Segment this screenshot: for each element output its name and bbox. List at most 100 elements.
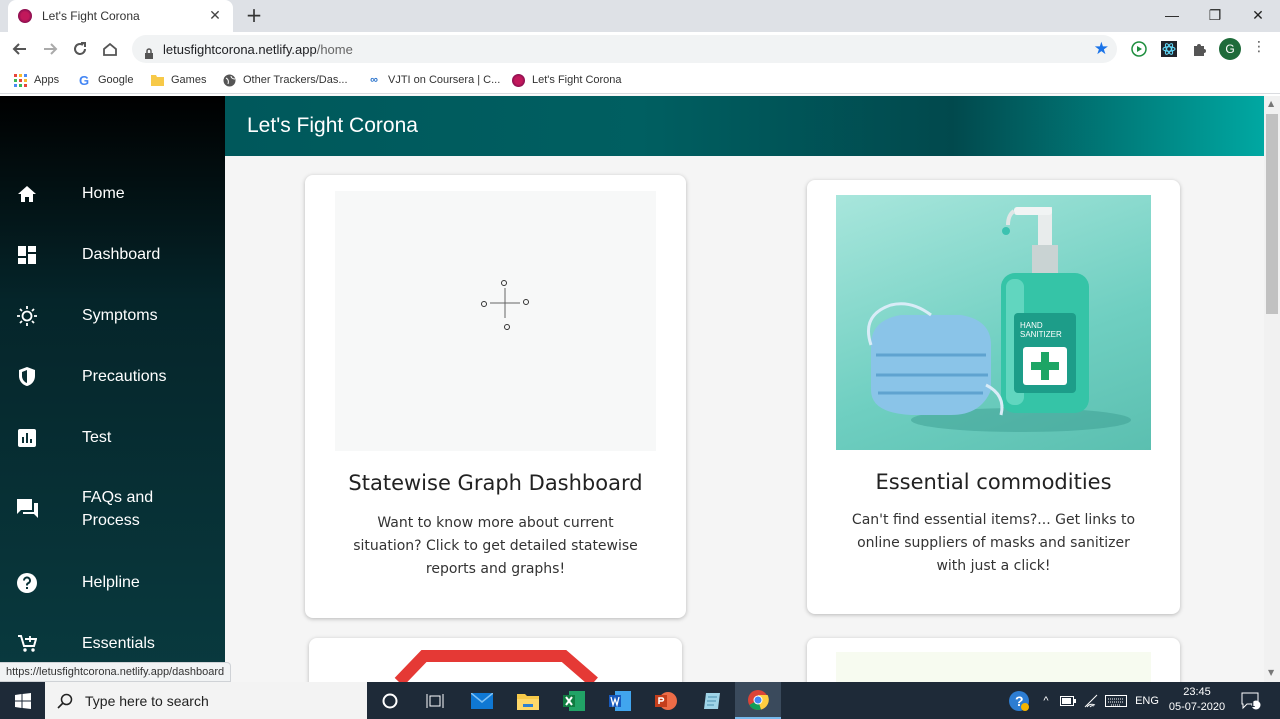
- sidebar-item-test[interactable]: Test: [0, 426, 225, 449]
- task-view-button[interactable]: [412, 682, 458, 719]
- mail-icon: [471, 692, 493, 709]
- language-indicator[interactable]: ENG: [1132, 682, 1162, 719]
- card-partial-left[interactable]: [309, 638, 682, 682]
- folder-icon: [150, 73, 164, 87]
- notification-count: 1: [1250, 699, 1256, 709]
- bookmark-label: VJTI on Coursera | C...: [388, 74, 501, 86]
- card-description: Can't find essential items?... Get links…: [851, 512, 1136, 574]
- home-icon: [16, 183, 38, 205]
- bookmark-lets-fight-corona[interactable]: Let's Fight Corona: [511, 71, 622, 89]
- help-tray-icon[interactable]: ?: [1006, 682, 1032, 719]
- chat-icon: [16, 498, 38, 520]
- tab-title: Let's Fight Corona: [42, 9, 140, 23]
- sidebar-item-home[interactable]: Home: [0, 182, 225, 205]
- url-text: letusfightcorona.netlify.app/home: [163, 42, 353, 57]
- sidebar-item-label: FAQs and Process: [82, 489, 154, 529]
- loading-spinner-icon: [481, 280, 529, 330]
- forward-button[interactable]: [39, 38, 61, 60]
- sidebar-item-label: Symptoms: [82, 307, 158, 324]
- taskbar-search[interactable]: Type here to search: [45, 682, 367, 719]
- bookmark-label: Games: [171, 74, 207, 86]
- bookmark-star-icon[interactable]: ★: [1094, 39, 1109, 59]
- puzzle-extensions-icon[interactable]: [1190, 40, 1208, 58]
- minimize-button[interactable]: —: [1150, 0, 1194, 30]
- windows-taskbar: Type here to search ? ^ ENG 23:45 05-07-…: [0, 682, 1280, 719]
- show-hidden-icons-chevron-icon[interactable]: ^: [1038, 682, 1054, 719]
- powerpoint-button[interactable]: [643, 682, 689, 719]
- card-image-partial: [836, 652, 1151, 682]
- sidebar-item-dashboard[interactable]: Dashboard: [0, 243, 225, 266]
- notification-center-icon[interactable]: 1: [1238, 682, 1264, 719]
- bookmark-games[interactable]: Games: [150, 71, 206, 89]
- sidebar-item-label: Helpline: [82, 574, 140, 591]
- bookmark-apps[interactable]: Apps: [13, 71, 59, 89]
- clock-time: 23:45: [1183, 686, 1211, 698]
- play-extension-icon[interactable]: [1130, 40, 1148, 58]
- excel-button[interactable]: [551, 682, 597, 719]
- sun-icon: [16, 305, 38, 327]
- card-description: Want to know more about current situatio…: [353, 515, 638, 577]
- cart-icon: [16, 633, 38, 655]
- card-essential-commodities[interactable]: HAND SANITIZER Essential commodities Can…: [807, 180, 1180, 614]
- search-icon: [57, 693, 73, 709]
- stop-sign-image: [394, 650, 598, 682]
- bookmark-label: Other Trackers/Das...: [243, 74, 348, 86]
- bookmarks-bar: Apps G Google Games Other Trackers/Das..…: [0, 66, 1280, 94]
- url-host: letusfightcorona.netlify.app: [163, 41, 317, 57]
- profile-avatar[interactable]: G: [1219, 38, 1241, 60]
- reload-button[interactable]: [69, 38, 91, 60]
- dashboard-icon: [16, 244, 38, 266]
- sidebar: Home Dashboard Symptoms Precautions Test…: [0, 96, 225, 682]
- card-partial-right[interactable]: [807, 638, 1180, 682]
- page-scrollbar[interactable]: ▲ ▼: [1264, 96, 1280, 682]
- apps-grid-icon: [13, 73, 27, 87]
- virus-favicon-icon: [18, 9, 32, 23]
- home-button[interactable]: [99, 38, 121, 60]
- file-explorer-button[interactable]: [505, 682, 551, 719]
- card-title: Essential commodities: [875, 470, 1112, 494]
- wifi-icon[interactable]: [1081, 682, 1101, 719]
- bookmark-coursera[interactable]: ∞ VJTI on Coursera | C...: [367, 71, 500, 89]
- globe-icon: [222, 73, 236, 87]
- browser-menu-icon[interactable]: ⋮: [1252, 39, 1266, 55]
- browser-tab[interactable]: Let's Fight Corona ✕: [8, 0, 233, 32]
- battery-icon[interactable]: [1058, 682, 1078, 719]
- back-button[interactable]: [9, 38, 31, 60]
- shield-icon: [16, 366, 38, 388]
- sanitizer-label-line1: HAND: [1020, 321, 1043, 330]
- start-button[interactable]: [0, 682, 45, 719]
- close-window-button[interactable]: ✕: [1236, 0, 1280, 30]
- sidebar-item-symptoms[interactable]: Symptoms: [0, 304, 225, 327]
- clock-date: 05-07-2020: [1168, 701, 1226, 713]
- sanitizer-label-line2: SANITIZER: [1020, 330, 1062, 339]
- cortana-icon: [382, 693, 398, 708]
- card-statewise-dashboard[interactable]: Statewise Graph Dashboard Want to know m…: [305, 175, 686, 618]
- sidebar-item-helpline[interactable]: Helpline: [0, 571, 225, 594]
- chrome-taskbar-button[interactable]: [735, 682, 781, 719]
- bookmark-other-trackers[interactable]: Other Trackers/Das...: [222, 71, 348, 89]
- close-tab-icon[interactable]: ✕: [207, 8, 223, 24]
- sidebar-item-essentials[interactable]: Essentials: [0, 632, 225, 655]
- keyboard-icon[interactable]: [1103, 682, 1129, 719]
- restore-button[interactable]: ❐: [1193, 0, 1237, 30]
- bookmark-google[interactable]: G Google: [77, 71, 134, 89]
- status-bar-url: https://letusfightcorona.netlify.app/das…: [0, 662, 232, 682]
- scroll-down-icon[interactable]: ▼: [1268, 668, 1274, 677]
- address-bar[interactable]: letusfightcorona.netlify.app/home ★: [132, 35, 1117, 63]
- scroll-up-icon[interactable]: ▲: [1268, 99, 1274, 108]
- cortana-button[interactable]: [367, 682, 413, 719]
- mail-app-button[interactable]: [459, 682, 505, 719]
- reload-icon: [74, 42, 86, 55]
- new-tab-button[interactable]: +: [244, 4, 264, 26]
- word-button[interactable]: [597, 682, 643, 719]
- help-icon: [16, 572, 38, 594]
- sidebar-item-faqs[interactable]: FAQs and Process: [0, 486, 225, 532]
- react-extension-icon[interactable]: [1160, 40, 1178, 58]
- coursera-icon: ∞: [370, 74, 378, 86]
- scrollbar-thumb[interactable]: [1266, 114, 1278, 314]
- arrow-left-icon: [12, 43, 26, 55]
- taskbar-clock[interactable]: 23:45 05-07-2020: [1162, 685, 1232, 715]
- sidebar-item-precautions[interactable]: Precautions: [0, 365, 225, 388]
- notes-app-button[interactable]: [689, 682, 735, 719]
- bar-chart-icon: [16, 427, 38, 449]
